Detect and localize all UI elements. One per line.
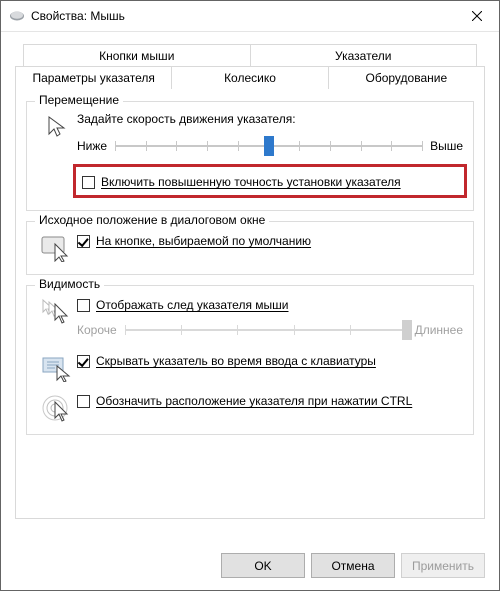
speed-slow-label: Ниже [77, 139, 107, 153]
pointer-speed-icon [45, 114, 69, 138]
tab-wheel[interactable]: Колесико [172, 66, 328, 89]
pointer-trails-icon [41, 298, 73, 326]
tab-strip: Кнопки мыши Указатели Параметры указател… [15, 44, 485, 519]
ctrl-locate-checkbox[interactable] [77, 395, 90, 408]
ctrl-locate-label: Обозначить расположение указателя при на… [96, 394, 463, 408]
group-visibility: Видимость Отображать след указателя мыши [26, 285, 474, 435]
hide-while-typing-checkbox[interactable] [77, 355, 90, 368]
tab-pointers[interactable]: Указатели [251, 44, 478, 67]
pointer-speed-slider[interactable] [115, 134, 422, 158]
group-snap-title: Исходное положение в диалоговом окне [35, 213, 269, 227]
snap-to-icon [41, 234, 73, 262]
trail-long-label: Длиннее [415, 323, 463, 337]
enhance-precision-label: Включить повышенную точность установки у… [101, 175, 458, 189]
tab-hardware[interactable]: Оборудование [329, 66, 485, 89]
titlebar: Свойства: Мышь [1, 1, 499, 32]
snap-to-label: На кнопке, выбираемой по умолчанию [96, 234, 463, 248]
enhance-precision-checkbox[interactable] [82, 176, 95, 189]
group-visibility-title: Видимость [35, 277, 104, 291]
hide-while-typing-icon [41, 354, 73, 382]
ok-button[interactable]: OK [221, 553, 305, 578]
tab-panel-pointer-options: Перемещение Задайте скорость движения ук… [15, 89, 485, 519]
cancel-button[interactable]: Отмена [311, 553, 395, 578]
mouse-icon [9, 10, 25, 22]
window-title: Свойства: Мышь [31, 9, 454, 23]
speed-instruction: Задайте скорость движения указателя: [77, 112, 463, 126]
ctrl-locate-icon [41, 394, 73, 422]
hide-while-typing-label: Скрывать указатель во время ввода с клав… [96, 354, 463, 368]
mouse-properties-window: Свойства: Мышь Кнопки мыши Указатели Пар… [0, 0, 500, 591]
precision-highlight: Включить повышенную точность установки у… [73, 164, 467, 198]
apply-button[interactable]: Применить [401, 553, 485, 578]
close-icon [472, 11, 482, 21]
tab-buttons[interactable]: Кнопки мыши [23, 44, 251, 67]
trail-short-label: Короче [77, 323, 117, 337]
group-snap: Исходное положение в диалоговом окне На … [26, 221, 474, 275]
pointer-trails-label: Отображать след указателя мыши [96, 298, 463, 312]
group-motion-title: Перемещение [35, 93, 123, 107]
dialog-footer: OK Отмена Применить [221, 553, 485, 578]
pointer-trails-checkbox[interactable] [77, 299, 90, 312]
snap-to-checkbox[interactable] [77, 235, 90, 248]
speed-fast-label: Выше [430, 139, 463, 153]
close-button[interactable] [454, 2, 499, 31]
pointer-trails-slider [125, 318, 407, 342]
tab-pointer-options[interactable]: Параметры указателя [15, 66, 172, 89]
dialog-body: Кнопки мыши Указатели Параметры указател… [1, 32, 499, 519]
group-motion: Перемещение Задайте скорость движения ук… [26, 101, 474, 211]
